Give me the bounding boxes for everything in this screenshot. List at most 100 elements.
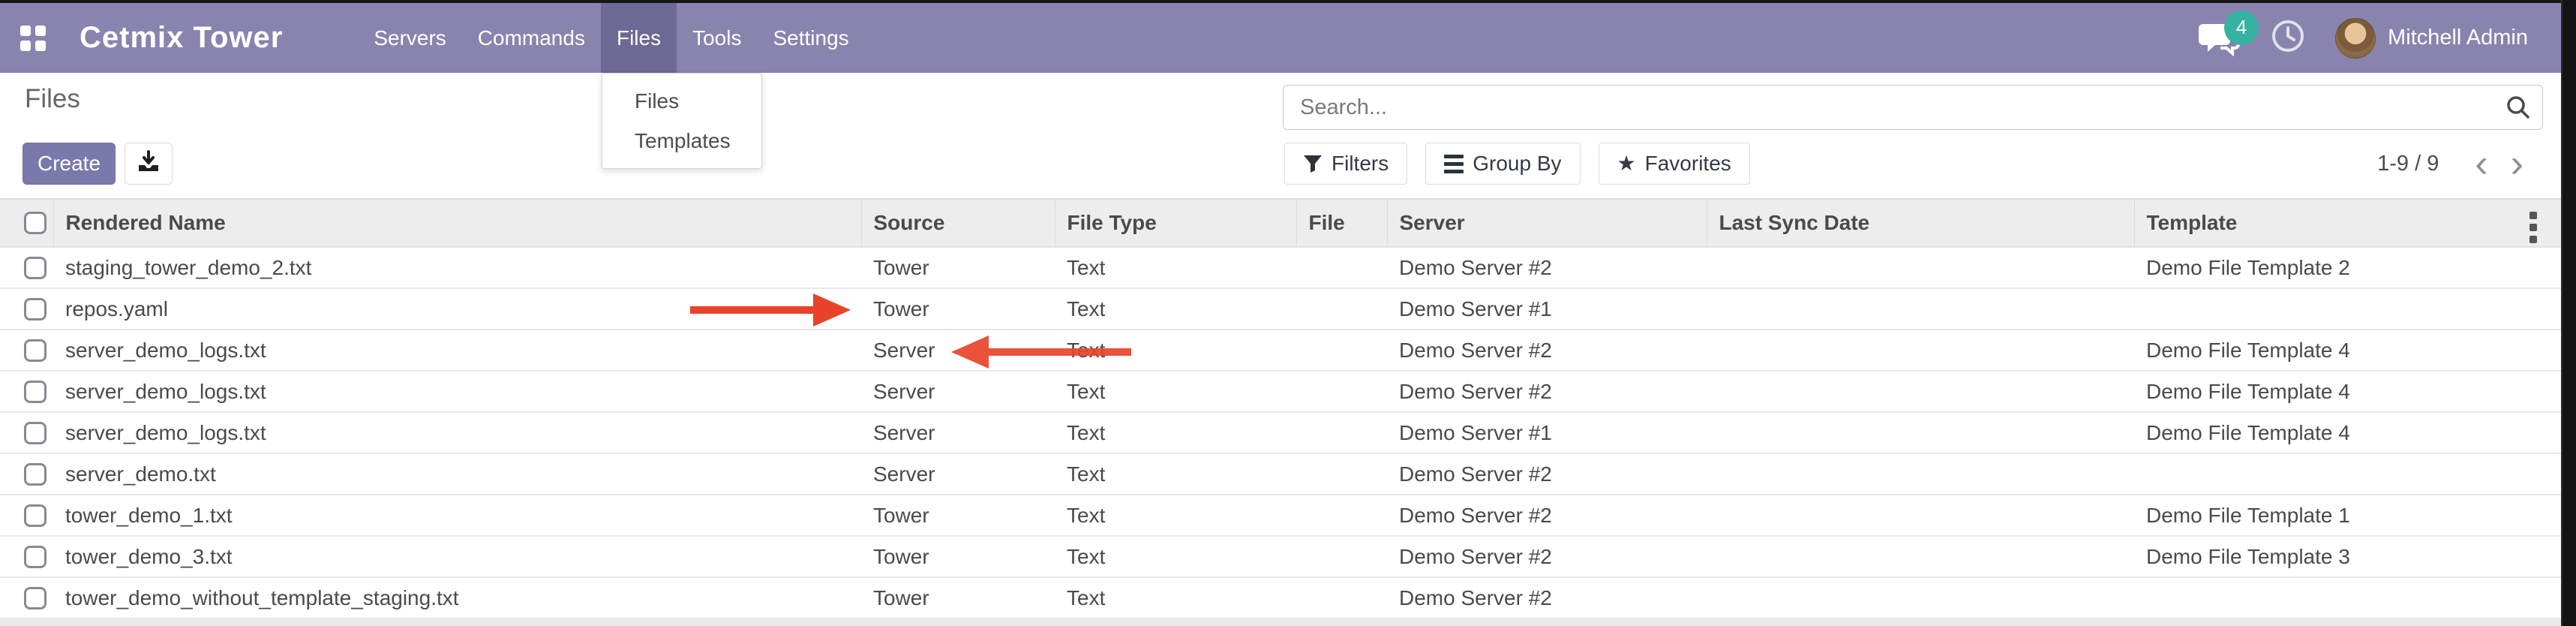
group-by-icon [1444,155,1464,173]
table-row[interactable]: tower_demo_1.txt Tower Text Demo Server … [0,495,2561,536]
files-list: Rendered Name Source File Type File Serv… [0,198,2561,619]
nav-item-tools[interactable]: Tools [677,3,757,73]
cell-last-sync-date [1707,288,2134,330]
favorites-button[interactable]: ★ Favorites [1599,143,1750,185]
star-icon: ★ [1617,153,1636,174]
cell-file-type: Text [1055,288,1296,330]
top-navbar: Cetmix Tower ServersCommandsFilesToolsSe… [0,3,2576,73]
row-checkbox[interactable] [24,339,47,362]
cell-file-type: Text [1055,453,1296,495]
table-row[interactable]: server_demo_logs.txt Server Text Demo Se… [0,371,2561,412]
pager-previous-button[interactable]: ‹ [2469,144,2493,183]
cell-file [1296,288,1387,330]
search-icon[interactable] [2494,86,2542,129]
table-row[interactable]: tower_demo_3.txt Tower Text Demo Server … [0,536,2561,577]
list-footer-strip [0,619,2561,626]
column-header-rendered-name[interactable]: Rendered Name [53,199,861,247]
navbar-right: 4 Mitchell Admin [2197,18,2576,59]
user-name: Mitchell Admin [2388,26,2528,50]
cell-server: Demo Server #2 [1387,247,1707,288]
optional-columns-button[interactable] [2526,209,2540,246]
cell-last-sync-date [1707,577,2134,618]
dropdown-item-templates[interactable]: Templates [602,121,761,161]
row-checkbox[interactable] [24,422,47,444]
search-options: Filters Group By ★ Favorites [1284,143,1750,185]
cell-server: Demo Server #2 [1387,536,1707,577]
cell-source: Tower [861,247,1055,288]
table-header-row: Rendered Name Source File Type File Serv… [0,199,2561,247]
cell-server: Demo Server #2 [1387,330,1707,371]
cell-template: Demo File Template 2 [2134,247,2561,288]
import-button[interactable] [125,143,173,185]
column-header-server[interactable]: Server [1387,199,1707,247]
cell-file [1296,577,1387,618]
table-row[interactable]: server_demo_logs.txt Server Text Demo Se… [0,412,2561,453]
clock-icon [2271,44,2305,56]
cell-rendered-name: server_demo_logs.txt [53,412,861,453]
table-row[interactable]: staging_tower_demo_2.txt Tower Text Demo… [0,247,2561,288]
cell-file-type: Text [1055,247,1296,288]
cell-server: Demo Server #2 [1387,371,1707,412]
files-table: Rendered Name Source File Type File Serv… [0,198,2561,619]
apps-menu-button[interactable] [17,22,50,55]
cell-file [1296,412,1387,453]
group-by-button[interactable]: Group By [1425,143,1580,185]
chat-icon [2197,47,2241,60]
cell-last-sync-date [1707,412,2134,453]
filters-button[interactable]: Filters [1284,143,1407,185]
cell-template: Demo File Template 4 [2134,412,2561,453]
column-header-source[interactable]: Source [861,199,1055,247]
cell-rendered-name: server_demo_logs.txt [53,330,861,371]
column-header-last-sync-date[interactable]: Last Sync Date [1707,199,2134,247]
download-icon [136,150,161,178]
row-checkbox[interactable] [24,298,47,321]
row-checkbox[interactable] [24,381,47,403]
cell-source: Tower [861,288,1055,330]
messages-button[interactable]: 4 [2197,20,2241,57]
column-header-file[interactable]: File [1296,199,1387,247]
user-menu[interactable]: Mitchell Admin [2335,18,2528,59]
dropdown-item-files[interactable]: Files [602,81,761,121]
cell-template: Demo File Template 4 [2134,330,2561,371]
cell-template: Demo File Template 1 [2134,495,2561,536]
table-row[interactable]: tower_demo_without_template_staging.txt … [0,577,2561,618]
cell-source: Tower [861,577,1055,618]
row-checkbox[interactable] [24,504,47,527]
select-all-checkbox[interactable] [24,212,47,234]
create-button[interactable]: Create [23,143,116,185]
activities-button[interactable] [2271,19,2305,57]
column-header-file-type[interactable]: File Type [1055,199,1296,247]
nav-item-commands[interactable]: Commands [462,3,601,73]
filter-funnel-icon [1303,154,1323,173]
cell-rendered-name: tower_demo_1.txt [53,495,861,536]
cell-rendered-name: server_demo_logs.txt [53,371,861,412]
pager-next-button[interactable]: › [2505,144,2529,183]
messages-count-badge: 4 [2224,11,2259,45]
cell-last-sync-date [1707,453,2134,495]
column-header-template[interactable]: Template [2134,199,2561,247]
row-checkbox[interactable] [24,546,47,568]
cell-file-type: Text [1055,371,1296,412]
app-brand[interactable]: Cetmix Tower [80,21,283,55]
row-checkbox[interactable] [24,587,47,609]
files-dropdown-menu: FilesTemplates [602,73,762,169]
table-row[interactable]: repos.yaml Tower Text Demo Server #1 [0,288,2561,330]
row-checkbox[interactable] [24,257,47,279]
row-checkbox[interactable] [24,463,47,486]
nav-item-servers[interactable]: Servers [358,3,461,73]
nav-item-files[interactable]: Files [601,3,677,73]
apps-grid-icon [20,26,46,51]
cell-server: Demo Server #2 [1387,453,1707,495]
table-row[interactable]: server_demo_logs.txt Server Text Demo Se… [0,330,2561,371]
cell-server: Demo Server #1 [1387,288,1707,330]
cell-rendered-name: server_demo.txt [53,453,861,495]
main-menu: ServersCommandsFilesToolsSettings [358,3,864,73]
search-input[interactable] [1283,86,2494,129]
cell-server: Demo Server #1 [1387,412,1707,453]
nav-item-settings[interactable]: Settings [757,3,864,73]
file-table-body: staging_tower_demo_2.txt Tower Text Demo… [0,247,2561,618]
cell-file-type: Text [1055,536,1296,577]
table-row[interactable]: server_demo.txt Server Text Demo Server … [0,453,2561,495]
cell-server: Demo Server #2 [1387,577,1707,618]
cell-file [1296,247,1387,288]
